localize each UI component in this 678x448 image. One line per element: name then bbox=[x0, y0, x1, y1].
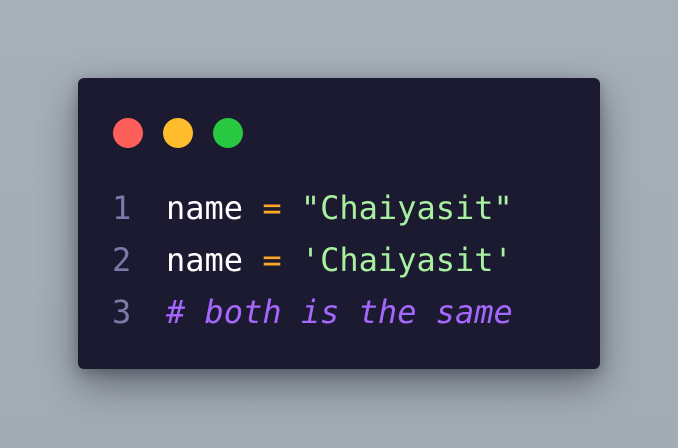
close-button[interactable] bbox=[113, 118, 143, 148]
line-number: 3 bbox=[112, 293, 132, 331]
identifier: name bbox=[166, 189, 244, 227]
operator: = bbox=[262, 189, 282, 227]
minimize-button[interactable] bbox=[163, 118, 193, 148]
maximize-button[interactable] bbox=[213, 118, 243, 148]
line-number: 2 bbox=[112, 241, 132, 279]
string-literal: 'Chaiyasit' bbox=[300, 241, 513, 279]
window-controls bbox=[113, 118, 243, 148]
identifier: name bbox=[166, 241, 244, 279]
code-window: 1 name = "Chaiyasit" 2 name = 'Chaiyasit… bbox=[78, 78, 600, 369]
code-line: 1 name = "Chaiyasit" bbox=[112, 182, 513, 234]
code-line: 2 name = 'Chaiyasit' bbox=[112, 234, 513, 286]
code-block: 1 name = "Chaiyasit" 2 name = 'Chaiyasit… bbox=[112, 182, 513, 338]
code-comment: # both is the same bbox=[166, 293, 513, 331]
operator: = bbox=[262, 241, 282, 279]
code-line: 3 # both is the same bbox=[112, 286, 513, 338]
line-number: 1 bbox=[112, 189, 132, 227]
string-literal: "Chaiyasit" bbox=[300, 189, 513, 227]
